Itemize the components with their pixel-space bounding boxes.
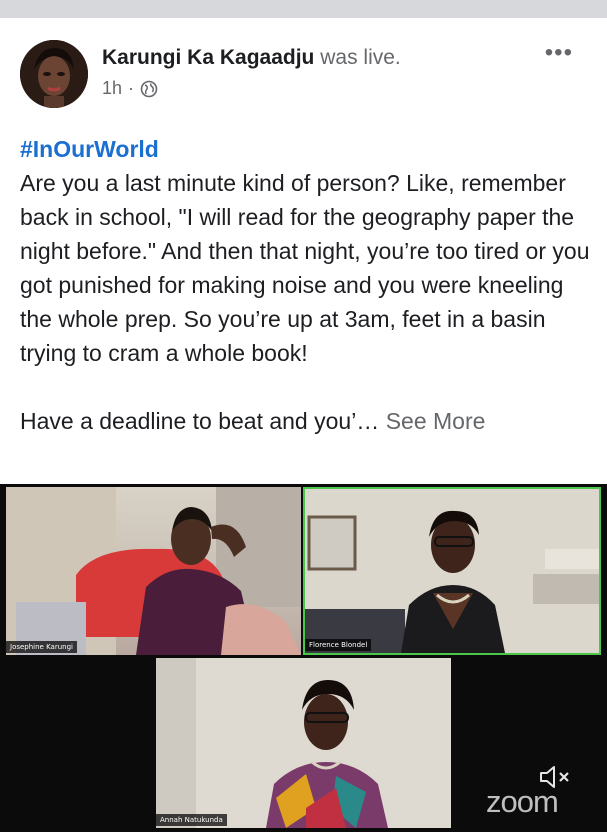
hashtag-link[interactable]: #InOurWorld bbox=[20, 132, 592, 166]
top-separator-strip bbox=[0, 0, 607, 18]
see-more-link[interactable]: See More bbox=[386, 408, 486, 434]
more-options-icon[interactable]: ••• bbox=[545, 41, 573, 65]
participant-tile: Josephine Karungi bbox=[6, 487, 301, 655]
author-name[interactable]: Karungi Ka Kagaadju bbox=[102, 46, 314, 69]
post-header: Karungi Ka Kagaadju was live. 1h · ••• bbox=[0, 18, 607, 122]
participant-name-tag: Annah Natukunda bbox=[156, 814, 227, 826]
live-status-text: was live. bbox=[320, 46, 401, 69]
post-time[interactable]: 1h bbox=[102, 78, 122, 99]
zoom-logo: zoom bbox=[486, 784, 559, 819]
participant-video-frame bbox=[6, 487, 301, 655]
globe-icon bbox=[140, 80, 158, 98]
participant-name-tag: Florence Blondel bbox=[305, 639, 372, 651]
author-line: Karungi Ka Kagaadju was live. bbox=[102, 46, 401, 70]
participant-tile: Annah Natukunda bbox=[156, 658, 451, 828]
truncated-text: Have a deadline to beat and you’… bbox=[20, 408, 386, 434]
participant-video-frame bbox=[305, 489, 599, 653]
live-video-player[interactable]: Josephine Karungi Florence Blondel Annah… bbox=[0, 484, 607, 832]
post-meta: 1h · bbox=[102, 78, 158, 99]
post-body: #InOurWorld Are you a last minute kind o… bbox=[20, 132, 592, 438]
post-paragraph-truncated: Have a deadline to beat and you’… See Mo… bbox=[20, 404, 592, 438]
participant-tile-active: Florence Blondel bbox=[303, 487, 601, 655]
participant-video-frame bbox=[156, 658, 451, 828]
post-paragraph: Are you a last minute kind of person? Li… bbox=[20, 170, 590, 366]
meta-separator: · bbox=[128, 78, 135, 98]
author-avatar[interactable] bbox=[20, 40, 88, 108]
participant-name-tag: Josephine Karungi bbox=[6, 641, 77, 653]
